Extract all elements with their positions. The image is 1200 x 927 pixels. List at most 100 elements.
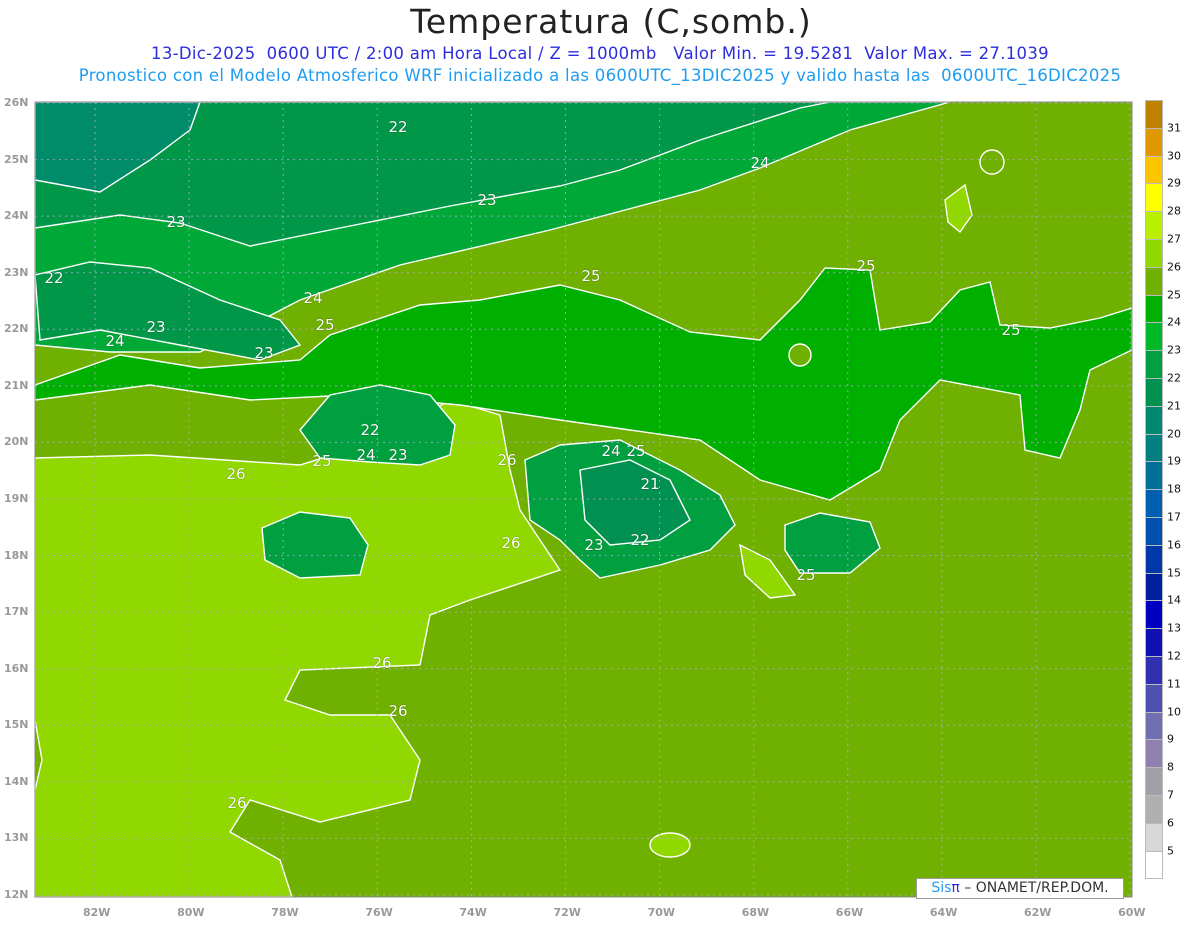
- lat-tick-label: 17N: [4, 605, 29, 619]
- contour-label: 26: [372, 654, 392, 672]
- contour-label: 24: [303, 289, 323, 307]
- contour-label: 25: [626, 442, 646, 460]
- lat-tick-label: 25N: [4, 152, 29, 166]
- colorbar-label: 27: [1167, 232, 1181, 246]
- lat-tick-label: 19N: [4, 491, 29, 505]
- contour-label: 24: [750, 154, 770, 172]
- colorbar-swatch: [1145, 405, 1163, 435]
- colorbar-swatch: [1145, 656, 1163, 685]
- colorbar-label: 8: [1167, 760, 1174, 774]
- contour-label: 23: [584, 536, 604, 554]
- colorbar-swatch: [1145, 739, 1163, 769]
- contour-label: 25: [796, 566, 816, 584]
- region-island-warm: [788, 343, 812, 367]
- colorbar-label: 21: [1167, 399, 1181, 413]
- lat-tick-label: 20N: [4, 435, 29, 449]
- contour-label: 26: [388, 702, 408, 720]
- lat-tick-label: 18N: [4, 548, 29, 562]
- colorbar-label: 10: [1167, 705, 1181, 719]
- colorbar-swatch: [1145, 767, 1163, 796]
- colorbar-label: 24: [1167, 315, 1181, 329]
- lon-tick-label: 60W: [1118, 906, 1146, 919]
- contour-label: 23: [166, 213, 186, 231]
- contour-label: 23: [146, 318, 166, 336]
- contour-label: 22: [360, 421, 380, 439]
- contour-label: 23: [254, 344, 274, 362]
- region-warm-patch: [649, 832, 691, 858]
- colorbar-swatch: [1145, 795, 1163, 824]
- lat-tick-label: 26N: [4, 96, 29, 109]
- lon-tick-label: 82W: [83, 906, 111, 919]
- lon-tick-label: 64W: [929, 906, 958, 919]
- contour-label: 23: [477, 191, 497, 209]
- colorbar-swatch: [1145, 572, 1163, 602]
- colorbar-label: 14: [1167, 593, 1181, 607]
- logo-pi: π: [951, 880, 960, 896]
- colorbar-label: 18: [1167, 482, 1181, 496]
- colorbar-swatch: [1145, 711, 1163, 741]
- lon-tick-label: 62W: [1024, 906, 1052, 919]
- region-island-warm: [979, 149, 1005, 175]
- colorbar-label: 25: [1167, 288, 1181, 302]
- colorbar-swatch: [1145, 322, 1163, 352]
- colorbar-swatch: [1145, 683, 1163, 713]
- contour-label: 24: [105, 332, 125, 350]
- contour-label: 22: [630, 531, 650, 549]
- contour-label: 22: [44, 269, 64, 287]
- lon-tick-label: 68W: [741, 906, 770, 919]
- colorbar-label: 13: [1167, 621, 1181, 635]
- colorbar-swatch: [1145, 489, 1163, 518]
- colorbar-label: 12: [1167, 649, 1181, 663]
- logo-sis: Sis: [931, 880, 952, 896]
- temperature-map: [34, 101, 1133, 898]
- colorbar-label: 9: [1167, 732, 1174, 746]
- contour-label: 24: [356, 446, 376, 464]
- colorbar-label: 26: [1167, 260, 1181, 274]
- colorbar-label: 16: [1167, 538, 1181, 552]
- colorbar-swatch: [1145, 544, 1163, 574]
- colorbar-swatch: [1145, 127, 1163, 157]
- colorbar-swatch: [1145, 294, 1163, 324]
- colorbar-label: 23: [1167, 343, 1181, 357]
- colorbar-swatch: [1145, 850, 1163, 880]
- contour-label: 22: [388, 118, 408, 136]
- lon-tick-label: 70W: [647, 906, 676, 919]
- lat-tick-label: 22N: [4, 322, 29, 336]
- lat-tick-label: 15N: [4, 718, 29, 732]
- colorbar-label: 17: [1167, 510, 1181, 524]
- contour-label: 23: [388, 446, 408, 464]
- contour-label: 26: [501, 534, 521, 552]
- logo-text: – ONAMET/REP.DOM.: [959, 880, 1109, 896]
- colorbar-swatch: [1145, 266, 1163, 296]
- colorbar-label: 5: [1167, 844, 1174, 858]
- colorbar-label: 15: [1167, 566, 1181, 580]
- lon-tick-label: 80W: [177, 906, 205, 919]
- lon-tick-label: 76W: [365, 906, 393, 919]
- onamet-logo: Sisπ – ONAMET/REP.DOM.: [916, 878, 1124, 899]
- colorbar-label: 29: [1167, 176, 1181, 190]
- contour-label: 25: [315, 316, 335, 334]
- colorbar-label: 28: [1167, 204, 1181, 218]
- colorbar-label: 7: [1167, 788, 1174, 802]
- contour-label: 25: [312, 452, 332, 470]
- lat-tick-label: 23N: [4, 265, 29, 279]
- colorbar-swatch: [1145, 822, 1163, 852]
- colorbar-swatch: [1145, 350, 1163, 379]
- contour-label: 21: [640, 475, 660, 493]
- colorbar-swatch: [1145, 211, 1163, 240]
- contour-label: 24: [601, 442, 621, 460]
- contour-label: 26: [226, 465, 246, 483]
- contour-label: 25: [856, 257, 876, 275]
- lat-tick-label: 14N: [4, 774, 29, 788]
- colorbar-label: 22: [1167, 371, 1181, 385]
- contour-label: 25: [581, 267, 601, 285]
- lon-tick-label: 72W: [553, 906, 581, 919]
- lat-tick-label: 21N: [4, 378, 29, 392]
- contour-label: 25: [1001, 321, 1021, 339]
- colorbar-swatch: [1145, 155, 1163, 185]
- colorbar-swatch: [1145, 461, 1163, 491]
- contour-label: 26: [497, 451, 517, 469]
- colorbar-swatch: [1145, 517, 1163, 546]
- colorbar-label: 20: [1167, 427, 1181, 441]
- colorbar-label: 31: [1167, 121, 1181, 135]
